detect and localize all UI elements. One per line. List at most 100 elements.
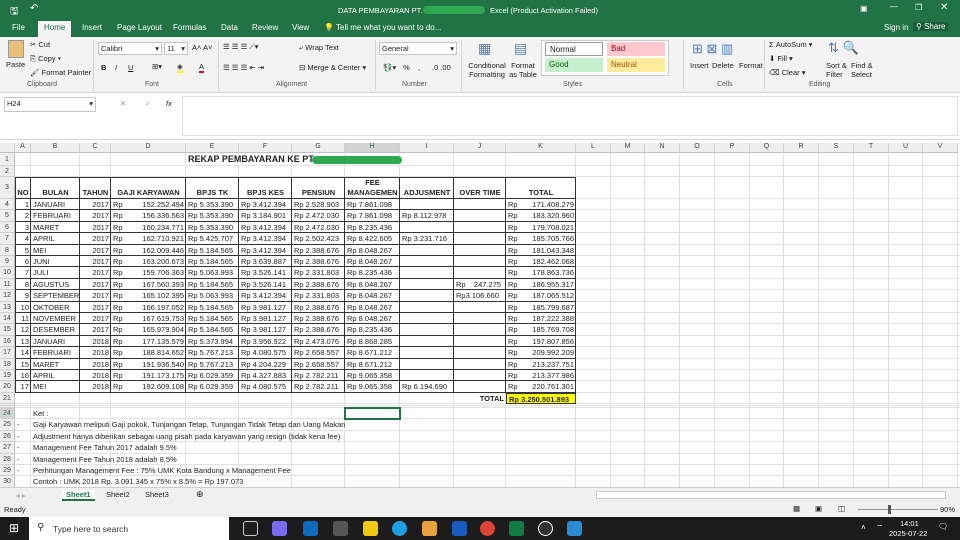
no-cell[interactable]: 15	[15, 359, 31, 370]
task-view-icon[interactable]	[243, 521, 258, 536]
adjustment-cell[interactable]	[400, 199, 454, 210]
year-cell[interactable]: 2018	[80, 381, 111, 392]
note-bullet[interactable]: -	[15, 454, 31, 465]
fee-cell[interactable]: Rp 8.671.212	[345, 347, 400, 358]
pension-cell[interactable]: Rp 2.528.903	[292, 199, 345, 210]
comma-button[interactable]: ,	[418, 63, 420, 72]
fee-cell[interactable]: Rp 7.861.098	[345, 199, 400, 210]
decimal-icon[interactable]: .0 .00	[432, 63, 451, 72]
pension-cell[interactable]: Rp 2.472.030	[292, 210, 345, 221]
note-text[interactable]: Management Fee Tahun 2017 adalah 9.5%	[31, 442, 351, 453]
overtime-cell[interactable]	[454, 359, 506, 370]
pension-cell[interactable]: Rp 2.388.676	[292, 279, 345, 290]
pension-cell[interactable]: Rp 2.502.423	[292, 233, 345, 244]
bpjs-kes-cell[interactable]: Rp 4.080.575	[239, 347, 292, 358]
fee-cell[interactable]: Rp 9.065.358	[345, 370, 400, 381]
year-cell[interactable]: 2017	[80, 199, 111, 210]
fee-cell[interactable]: Rp 8.235.436	[345, 222, 400, 233]
bpjs-kes-cell[interactable]: Rp 3.184.901	[239, 210, 292, 221]
pension-cell[interactable]: Rp 2.782.211	[292, 370, 345, 381]
total-cell[interactable]: 185.705.766	[506, 233, 576, 244]
cut-button[interactable]: ✂ Cut	[30, 40, 50, 49]
total-cell[interactable]: 213.377.986	[506, 370, 576, 381]
total-cell[interactable]: 209.992.209	[506, 347, 576, 358]
font-size-select[interactable]: 11 ▾	[164, 42, 188, 55]
tab-view[interactable]: View	[292, 23, 309, 32]
note-text[interactable]: Gaji Karyawan meliputi Gaji pokok, Tunja…	[31, 419, 351, 430]
fee-cell[interactable]: Rp 8.048.267	[345, 290, 400, 301]
paste-button[interactable]: Paste	[6, 60, 25, 69]
name-box[interactable]: H24 ▾	[4, 97, 96, 112]
close-button[interactable]: ✕	[940, 2, 948, 13]
fill-color-icon[interactable]: ◈	[177, 62, 183, 73]
fee-cell[interactable]: Rp 8.671.212	[345, 359, 400, 370]
pension-cell[interactable]: Rp 2.658.557	[292, 347, 345, 358]
fee-cell[interactable]: Rp 8.048.267	[345, 256, 400, 267]
fee-cell[interactable]: Rp 8.048.267	[345, 313, 400, 324]
year-cell[interactable]: 2017	[80, 267, 111, 278]
style-good[interactable]: Good	[545, 58, 603, 72]
note-text[interactable]: Perhitungan Management Fee : 75% UMK Kot…	[31, 465, 351, 476]
row-header-16[interactable]: 16	[0, 335, 15, 348]
row-header-13[interactable]: 13	[0, 301, 15, 313]
bpjs-tk-cell[interactable]: Rp 5.353.390	[186, 210, 239, 221]
column-header-V[interactable]: V	[923, 143, 958, 153]
row-header-24[interactable]: 24	[0, 408, 15, 420]
normal-view-icon[interactable]: ▦	[793, 504, 800, 513]
page-break-view-icon[interactable]: ◫	[838, 504, 845, 513]
month-cell[interactable]: FEBRUARI	[31, 347, 80, 358]
salary-cell[interactable]: 165.979.904	[111, 324, 186, 335]
total-cell[interactable]: 220.761.301	[506, 381, 576, 392]
bpjs-kes-cell[interactable]: Rp 4.080.575	[239, 381, 292, 392]
tab-review[interactable]: Review	[252, 23, 278, 32]
worksheet-grid[interactable]: A B C D E F G H I J K L M N O P Q R S T U V 1 2 3 4 5 6 7 8 9 10 11 12 13 1…	[0, 143, 960, 487]
pension-cell[interactable]: Rp 2.388.676	[292, 245, 345, 256]
adjustment-cell[interactable]	[400, 290, 454, 301]
note-text[interactable]: Management Fee Tahun 2018 adalah 8,5%	[31, 454, 351, 465]
adjustment-cell[interactable]	[400, 370, 454, 381]
media-player-icon[interactable]	[538, 521, 553, 536]
adjustment-cell[interactable]	[400, 302, 454, 313]
bpjs-tk-cell[interactable]: Rp 5.425.707	[186, 233, 239, 244]
column-heading[interactable]: BPJS TK	[186, 177, 239, 199]
row-header-15[interactable]: 15	[0, 324, 15, 336]
bpjs-kes-cell[interactable]: Rp 3.412.394	[239, 245, 292, 256]
adjustment-cell[interactable]	[400, 347, 454, 358]
overtime-cell[interactable]	[454, 256, 506, 267]
insert-function-button[interactable]: fx	[166, 99, 172, 108]
total-cell[interactable]: 185.769.708	[506, 324, 576, 335]
month-cell[interactable]: MEI	[31, 381, 80, 392]
row-header-18[interactable]: 18	[0, 358, 15, 370]
chrome-icon[interactable]	[480, 521, 495, 536]
grow-font-icon[interactable]: A˄ A˅	[192, 43, 212, 52]
row-header-25[interactable]: 25	[0, 419, 15, 431]
bpjs-tk-cell[interactable]: Rp 5.184.565	[186, 279, 239, 290]
italic-button[interactable]: I	[115, 63, 117, 72]
bpjs-kes-cell[interactable]: Rp 3.412.394	[239, 222, 292, 233]
grand-total-cell[interactable]: Rp 3.250.501.893	[506, 392, 576, 405]
note-text[interactable]: Contoh : UMK 2018 Rp. 3.091.345 x 75% x …	[31, 476, 351, 487]
column-header-M[interactable]: M	[611, 143, 645, 153]
fee-cell[interactable]: Rp 8.235.436	[345, 324, 400, 335]
column-header-A[interactable]: A	[15, 143, 31, 153]
bpjs-tk-cell[interactable]: Rp 5.063.993	[186, 290, 239, 301]
month-cell[interactable]: JUNI	[31, 256, 80, 267]
style-bad[interactable]: Bad	[607, 42, 665, 56]
bpjs-tk-cell[interactable]: Rp 5.353.390	[186, 222, 239, 233]
no-cell[interactable]: 12	[15, 324, 31, 335]
bpjs-tk-cell[interactable]: Rp 5.767.213	[186, 347, 239, 358]
share-button[interactable]: ⚲ Share	[913, 22, 949, 31]
salary-cell[interactable]: 152.252.494	[111, 199, 186, 210]
tab-page-layout[interactable]: Page Layout	[117, 23, 162, 32]
salary-cell[interactable]: 160.234.771	[111, 222, 186, 233]
total-cell[interactable]: 182.462.068	[506, 256, 576, 267]
salary-cell[interactable]: 177.135.579	[111, 336, 186, 347]
overtime-cell[interactable]: Rp 247.275	[454, 279, 506, 290]
bpjs-kes-cell[interactable]: Rp 4.204.229	[239, 359, 292, 370]
month-cell[interactable]: MARET	[31, 359, 80, 370]
salary-cell[interactable]: 167.619.753	[111, 313, 186, 324]
save-icon[interactable]: 🖫	[10, 4, 19, 21]
row-header-26[interactable]: 26	[0, 430, 15, 443]
overtime-cell[interactable]	[454, 222, 506, 233]
overtime-cell[interactable]	[454, 199, 506, 210]
